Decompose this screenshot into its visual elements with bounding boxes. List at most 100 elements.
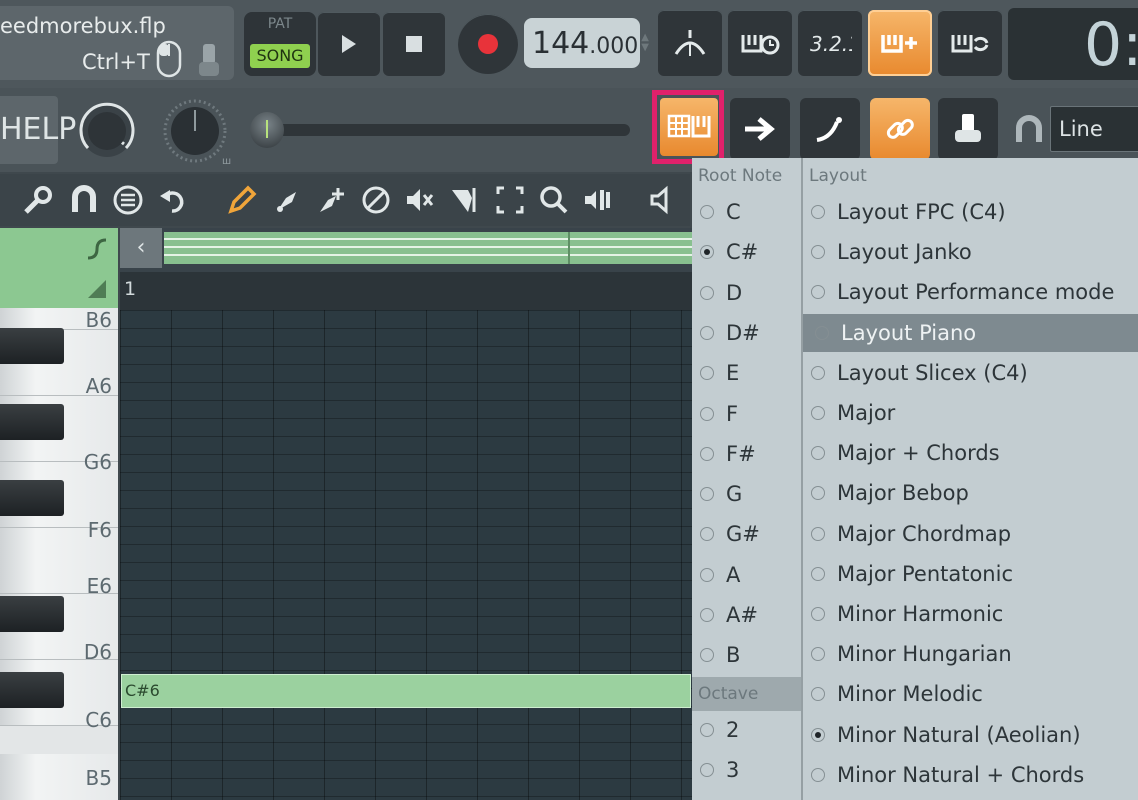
blend-notes-button[interactable] — [868, 10, 932, 76]
tempo-display[interactable]: 144 .000 ▲ ▼ — [524, 18, 649, 68]
radio-icon — [811, 566, 825, 581]
wrench-icon[interactable] — [22, 184, 54, 216]
project-info[interactable]: eedmorebux.flp Ctrl+T — [0, 6, 234, 80]
radio-icon — [811, 526, 825, 541]
root-note-option[interactable]: C — [700, 200, 741, 224]
speaker-icon[interactable] — [648, 184, 680, 216]
radio-icon — [700, 608, 714, 622]
overview-scrollbar[interactable] — [164, 232, 692, 264]
layout-option[interactable]: Layout Performance mode — [811, 280, 1114, 304]
layout-option[interactable]: Minor Harmonic — [811, 602, 1003, 626]
layout-option[interactable]: Major Bebop — [811, 481, 969, 505]
layout-option[interactable]: Major Pentatonic — [811, 562, 1013, 586]
root-note-option[interactable]: B — [700, 643, 740, 667]
layout-option[interactable]: Layout Piano — [815, 321, 976, 345]
root-note-option[interactable]: C# — [700, 240, 758, 264]
root-note-option[interactable]: A — [700, 563, 740, 587]
layout-option-label: Layout FPC (C4) — [837, 200, 1006, 224]
layout-option-label: Layout Janko — [837, 240, 972, 265]
root-note-option[interactable]: D# — [700, 321, 760, 345]
arrow-button[interactable] — [730, 98, 790, 160]
key-label-b5: B5 — [85, 766, 112, 790]
resize-corner-icon[interactable] — [86, 278, 108, 300]
root-note-option[interactable]: F# — [700, 442, 756, 466]
tempo-spin-icon[interactable]: ▲ ▼ — [641, 33, 649, 53]
menu-circle-icon[interactable] — [112, 184, 144, 216]
layout-option[interactable]: Layout FPC (C4) — [811, 200, 1006, 224]
zoom-icon[interactable] — [538, 184, 570, 216]
layout-option-label: Minor Melodic — [837, 682, 983, 707]
undo-icon[interactable] — [156, 184, 188, 216]
paint-add-icon[interactable] — [316, 184, 348, 216]
radio-icon — [700, 648, 714, 663]
playback-icon[interactable] — [582, 184, 614, 216]
root-note-option-label: G# — [726, 522, 760, 547]
radio-icon — [811, 245, 825, 260]
layout-option[interactable]: Minor Natural + Chords — [811, 763, 1084, 787]
select-icon[interactable] — [494, 184, 526, 216]
help-button[interactable]: HELP — [0, 96, 76, 164]
radio-icon — [811, 607, 825, 621]
slice-icon[interactable] — [448, 184, 480, 216]
piano-key-black[interactable] — [0, 404, 64, 440]
piano-key-black[interactable] — [0, 480, 64, 516]
link-button[interactable] — [870, 98, 930, 160]
song-position-display[interactable]: 0: — [1008, 8, 1138, 80]
layout-option[interactable]: Minor Melodic — [811, 682, 983, 706]
metronome-icon — [674, 30, 706, 56]
radio-icon — [811, 406, 825, 420]
snap-select[interactable]: Line — [1050, 106, 1138, 152]
arrow-right-icon — [745, 117, 775, 141]
radio-icon — [811, 365, 825, 380]
radio-icon — [811, 285, 825, 300]
pitch-knob[interactable]: ш — [158, 96, 232, 166]
loop-record-button[interactable] — [938, 10, 1002, 76]
radio-icon — [700, 406, 714, 421]
octave-option[interactable]: 3 — [700, 758, 739, 782]
piano-key-black[interactable] — [0, 672, 64, 708]
wait-for-input-button[interactable] — [728, 10, 792, 76]
stamp-keys-icon — [955, 114, 981, 142]
note-grid[interactable] — [120, 310, 692, 800]
octave-option[interactable]: 2 — [700, 718, 739, 742]
note-block[interactable]: C#6 — [121, 674, 691, 708]
layout-option[interactable]: Layout Slicex (C4) — [811, 361, 1028, 385]
layout-option[interactable]: Major Chordmap — [811, 522, 1011, 546]
record-button[interactable] — [458, 14, 518, 74]
paint-brush-icon[interactable] — [272, 184, 304, 216]
pat-song-toggle[interactable]: PAT SONG — [244, 12, 316, 76]
layout-option[interactable]: Layout Janko — [811, 240, 972, 264]
bar-number: 1 — [124, 278, 137, 300]
radio-icon — [700, 567, 714, 582]
stop-button[interactable] — [383, 12, 445, 76]
countdown-button[interactable]: 3.2.1 — [798, 10, 862, 76]
metronome-button[interactable] — [658, 10, 722, 76]
root-note-option[interactable]: E — [700, 361, 739, 385]
volume-knob[interactable] — [76, 100, 138, 162]
layout-option[interactable]: Minor Natural (Aeolian) — [811, 723, 1081, 747]
root-note-option[interactable]: F — [700, 402, 738, 426]
delete-icon[interactable] — [360, 184, 392, 216]
mute-icon[interactable] — [404, 184, 436, 216]
root-note-option[interactable]: G# — [700, 522, 760, 546]
time-ruler[interactable] — [120, 272, 692, 310]
piano-keyboard[interactable]: B6 A6 G6 F6 E6 D6 C6 B5 — [0, 308, 118, 800]
curve-icon[interactable] — [86, 238, 108, 260]
pencil-icon[interactable] — [226, 184, 258, 216]
scroll-left-icon[interactable]: ‹ — [120, 228, 162, 268]
root-note-header: Root Note — [698, 166, 783, 186]
root-note-option[interactable]: G — [700, 482, 742, 506]
layout-option[interactable]: Major + Chords — [811, 441, 1000, 465]
articulator-button[interactable] — [800, 98, 860, 160]
stamp-keys-button[interactable] — [938, 98, 998, 160]
root-note-option[interactable]: A# — [700, 603, 758, 627]
magnet-icon[interactable] — [68, 184, 100, 216]
piano-key-black[interactable] — [0, 596, 64, 632]
root-note-option[interactable]: D — [700, 281, 742, 305]
piano-key-black[interactable] — [0, 328, 64, 364]
play-button[interactable] — [318, 12, 380, 76]
zoom-slider-track[interactable] — [258, 124, 630, 136]
layout-option-label: Major — [837, 401, 896, 425]
layout-option[interactable]: Minor Hungarian — [811, 642, 1012, 666]
layout-option[interactable]: Major — [811, 401, 895, 425]
